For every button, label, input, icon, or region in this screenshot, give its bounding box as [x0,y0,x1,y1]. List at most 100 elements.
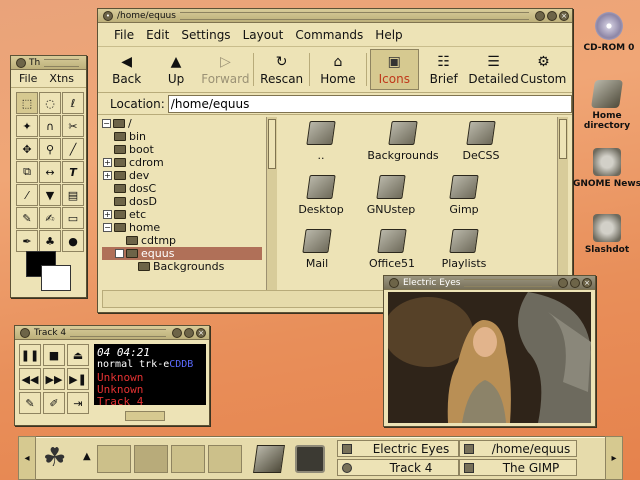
icons-scrollbar[interactable] [557,117,568,293]
file-icon-decss[interactable]: DeCSS [436,121,526,162]
displayed-photo[interactable] [388,292,591,423]
panel-hide-left-button[interactable]: ◂ [18,436,36,480]
toolbox-titlebar[interactable]: Th [11,56,86,70]
up-button[interactable]: ▲ Up [151,49,200,90]
tree-item-dosc[interactable]: dosC [102,182,262,195]
magic-wand-icon[interactable]: ✦ [16,115,38,137]
gradient-icon[interactable]: ▤ [62,184,84,206]
detailed-view-button[interactable]: ☰ Detailed [468,49,518,90]
menu-edit[interactable]: Edit [146,28,169,42]
terminal-launcher-icon[interactable] [295,445,325,473]
tree-item-root[interactable]: − / [102,117,262,130]
text-icon[interactable]: T [62,161,84,183]
airbrush-icon[interactable]: ✒ [16,230,38,252]
track-editor-button[interactable]: ✎ [19,392,41,414]
panel-hide-right-button[interactable]: ▸ [605,436,623,480]
quit-button[interactable]: ⇥ [67,392,89,414]
eject-button[interactable]: ⏏ [67,344,89,366]
desktop-icon-gnome-news[interactable]: GNOME News [572,148,640,189]
icons-view-button[interactable]: ▣ Icons [369,49,420,90]
tree-item-dosd[interactable]: dosD [102,195,262,208]
file-manager-titlebar[interactable]: • /home/equus × [98,9,572,23]
close-icon[interactable]: × [196,327,206,338]
maximize-icon[interactable] [184,327,194,338]
close-icon[interactable]: × [582,277,592,288]
fast-forward-button[interactable]: ▶▶ [43,368,65,390]
volume-slider[interactable] [125,411,165,421]
tree-item-backgrounds[interactable]: Backgrounds [102,260,262,273]
home-button[interactable]: ⌂ Home [313,49,362,90]
desktop-icon-slashdot[interactable]: Slashdot [572,214,640,255]
tree-item-bin[interactable]: bin [102,130,262,143]
minimize-icon[interactable] [558,277,568,288]
stop-button[interactable]: ■ [43,344,65,366]
rewind-button[interactable]: ◀◀ [19,368,41,390]
cd-player-titlebar[interactable]: Track 4 × [15,326,209,340]
minimize-icon[interactable] [535,10,545,21]
toolbox-menu-xtns[interactable]: Xtns [49,72,74,85]
file-icon-backgrounds[interactable]: Backgrounds [358,121,448,162]
task-track-4[interactable]: Track 4 [337,459,459,476]
background-color-swatch[interactable] [41,265,71,291]
pager-desktop-2[interactable] [134,445,168,473]
menu-layout[interactable]: Layout [243,28,284,42]
crop-icon[interactable]: ╱ [62,138,84,160]
desktop-icon-home-directory[interactable]: Home directory [572,80,640,131]
clone-icon[interactable]: ♣ [39,230,61,252]
skip-next-button[interactable]: ▶❚ [67,368,89,390]
window-menu-icon[interactable] [389,277,399,288]
task-the-gimp[interactable]: The GIMP [459,459,577,476]
maximize-icon[interactable] [570,277,580,288]
window-menu-icon[interactable] [20,327,30,338]
preferences-button[interactable]: ✐ [43,392,65,414]
pager-desktop-1[interactable] [97,445,131,473]
tree-item-home[interactable]: − home [102,221,262,234]
custom-view-button[interactable]: ⚙ Custom [519,49,568,90]
file-icon-parent[interactable]: .. [278,121,366,162]
panel-up-arrow-icon[interactable]: ▲ [83,451,91,462]
menu-help[interactable]: Help [375,28,402,42]
task-home-equus[interactable]: /home/equus [459,440,577,457]
maximize-icon[interactable] [547,10,557,21]
tree-item-boot[interactable]: boot [102,143,262,156]
desktop-icon-cdrom[interactable]: CD-ROM 0 [574,12,640,53]
tree-scrollbar[interactable] [266,117,277,293]
tree-item-cdtmp[interactable]: cdtmp [102,234,262,247]
flip-icon[interactable]: ↔ [39,161,61,183]
tree-item-dev[interactable]: + dev [102,169,262,182]
file-icon-playlists[interactable]: Playlists [419,229,509,270]
eraser-icon[interactable]: ▭ [62,207,84,229]
ellipse-select-icon[interactable]: ◌ [39,92,61,114]
move-icon[interactable]: ✥ [16,138,38,160]
brief-view-button[interactable]: ☷ Brief [419,49,468,90]
minimize-icon[interactable] [172,327,182,338]
file-icon-gimp[interactable]: Gimp [419,175,509,216]
pencil-icon[interactable]: ✎ [16,207,38,229]
pager-desktop-4[interactable] [208,445,242,473]
pause-button[interactable]: ❚❚ [19,344,41,366]
lasso-icon[interactable]: ℓ [62,92,84,114]
file-manager-launcher-icon[interactable] [253,445,285,473]
tree-item-cdrom[interactable]: + cdrom [102,156,262,169]
paintbrush-icon[interactable]: ✍ [39,207,61,229]
tree-item-etc[interactable]: + etc [102,208,262,221]
gnome-foot-icon[interactable]: ☘ [43,443,66,473]
back-button[interactable]: ◀ Back [102,49,151,90]
menu-commands[interactable]: Commands [295,28,363,42]
bezier-select-icon[interactable]: ∩ [39,115,61,137]
toolbox-menu-file[interactable]: File [19,72,37,85]
pager-desktop-3[interactable] [171,445,205,473]
tree-item-equus[interactable]: − equus [102,247,262,260]
task-electric-eyes[interactable]: Electric Eyes [337,440,459,457]
scissors-icon[interactable]: ✂ [62,115,84,137]
menu-file[interactable]: File [114,28,134,42]
forward-button[interactable]: ▷ Forward [201,49,250,90]
transform-icon[interactable]: ⧉ [16,161,38,183]
blur-icon[interactable]: ● [62,230,84,252]
close-icon[interactable]: × [559,10,569,21]
bucket-fill-icon[interactable]: ▼ [39,184,61,206]
color-picker-icon[interactable]: ⁄ [16,184,38,206]
rect-select-icon[interactable]: ⬚ [16,92,38,114]
location-input[interactable] [167,94,572,113]
window-menu-icon[interactable] [16,57,26,68]
